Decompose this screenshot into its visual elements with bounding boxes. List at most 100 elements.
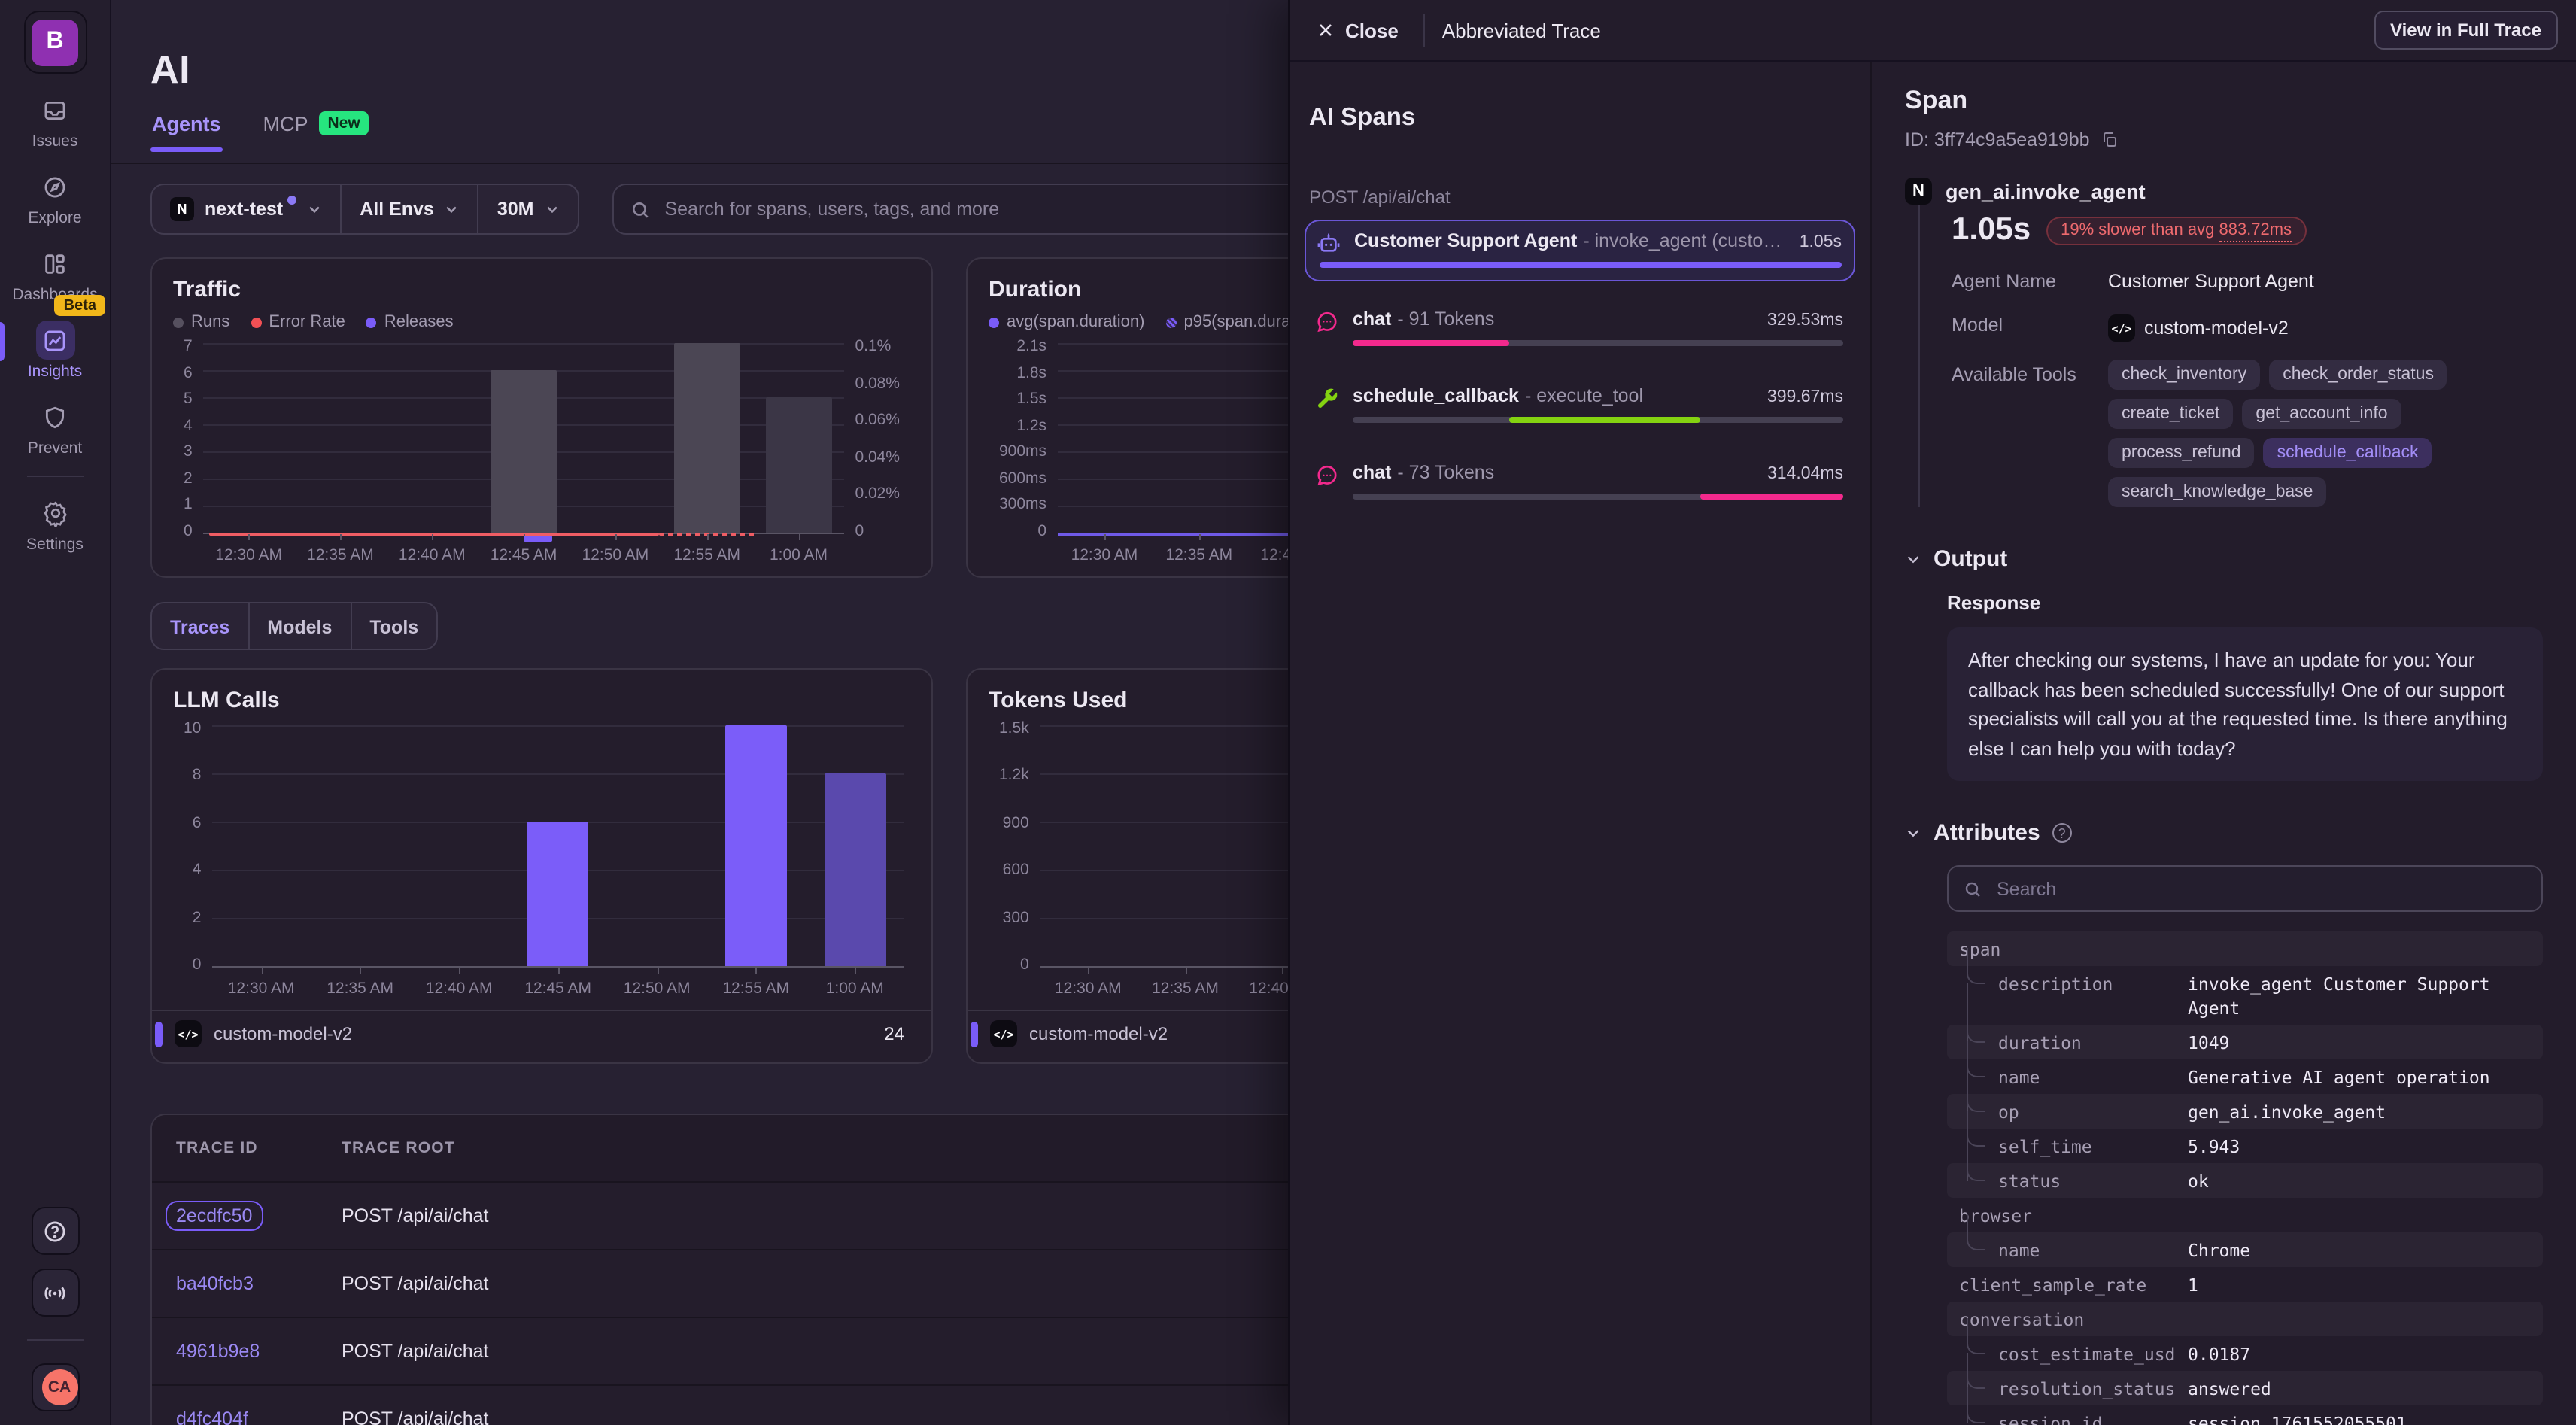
y-tick-label: 1.2s bbox=[1016, 416, 1046, 434]
tab-mcp[interactable]: MCPNew bbox=[262, 111, 371, 152]
trace-panel-body: AI Spans POST /api/ai/chat Customer Supp… bbox=[1290, 62, 2576, 1425]
attribute-row: span bbox=[1947, 931, 2543, 966]
tool-chip: schedule_callback bbox=[2264, 438, 2432, 468]
x-tick-label: 12:30 AM bbox=[228, 980, 295, 998]
sidebar-item-insights[interactable]: Insights bbox=[0, 313, 110, 390]
span-name: Customer Support Agent bbox=[1354, 230, 1577, 251]
chart-footer: </>custom-model-v224 bbox=[152, 1010, 931, 1053]
sidebar-bottom-divider bbox=[26, 1339, 84, 1341]
tab-mcp-label: MCPNew bbox=[262, 111, 371, 135]
attribute-value: 1 bbox=[2188, 1272, 2531, 1296]
y-tick-label: 900 bbox=[1003, 814, 1029, 832]
explore-icon bbox=[35, 167, 74, 206]
attribute-value: ok bbox=[2188, 1168, 2531, 1193]
chart-body: 765432100.1%0.08%0.06%0.04%0.02%012:30 A… bbox=[173, 343, 910, 567]
org-logo[interactable]: B bbox=[23, 11, 87, 74]
y-tick-label: 4 bbox=[184, 416, 193, 434]
sidebar-item-issues[interactable]: Issues bbox=[0, 83, 110, 160]
project-selector[interactable]: N next-test bbox=[152, 185, 342, 233]
y-tick-label: 0.08% bbox=[855, 374, 900, 392]
attribute-row: cost_estimate_usd0.0187 bbox=[1947, 1336, 2543, 1371]
dashboards-icon bbox=[35, 244, 74, 283]
y-tick-label: 6 bbox=[184, 363, 193, 381]
span-item[interactable]: schedule_callback- execute_tool399.67ms bbox=[1305, 376, 1855, 435]
tab-models[interactable]: Models bbox=[249, 603, 351, 650]
sidebar-help-button[interactable] bbox=[31, 1207, 79, 1255]
tab-traces[interactable]: Traces bbox=[152, 603, 249, 650]
tab-underline bbox=[150, 147, 223, 152]
attribute-key: span bbox=[1959, 937, 2188, 961]
wrench-icon bbox=[1315, 385, 1341, 423]
close-button[interactable]: Close bbox=[1308, 17, 1408, 43]
sidebar-item-settings[interactable]: Settings bbox=[0, 486, 110, 563]
gridline bbox=[203, 343, 845, 345]
duration-note-value[interactable]: 883.72ms bbox=[2219, 221, 2292, 242]
span-item[interactable]: chat- 91 Tokens329.53ms bbox=[1305, 299, 1855, 358]
x-tick-label: 12:35 AM bbox=[327, 980, 393, 998]
user-menu-button[interactable]: CA bbox=[31, 1363, 79, 1411]
attributes-section-header[interactable]: Attributes ? bbox=[1905, 820, 2543, 846]
span-name: schedule_callback bbox=[1353, 385, 1519, 406]
trace-id-link[interactable]: d4fc404f bbox=[176, 1408, 248, 1425]
attribute-row: statusok bbox=[1947, 1163, 2543, 1198]
span-duration: 1.05s bbox=[1800, 233, 1842, 251]
chart-body: 108642012:30 AM12:35 AM12:40 AM12:45 AM1… bbox=[173, 725, 910, 1001]
tab-tools[interactable]: Tools bbox=[351, 603, 436, 650]
time-range-selector[interactable]: 30M bbox=[479, 185, 578, 233]
legend-label: Error Rate bbox=[269, 313, 345, 331]
x-tick bbox=[855, 968, 856, 974]
x-tick bbox=[432, 534, 433, 540]
attribute-value: Generative AI agent operation bbox=[2188, 1065, 2531, 1089]
help-icon[interactable]: ? bbox=[2052, 823, 2072, 843]
span-item-main: chat- 91 Tokens329.53ms bbox=[1353, 308, 1843, 346]
sidebar-item-label: Prevent bbox=[28, 439, 82, 457]
copy-icon[interactable] bbox=[2101, 131, 2119, 149]
legend-item[interactable]: avg(span.duration) bbox=[989, 313, 1144, 331]
tool-chip: create_ticket bbox=[2108, 399, 2233, 429]
attributes-search-input[interactable] bbox=[1994, 877, 2526, 901]
x-tick-label: 12:30 AM bbox=[1055, 980, 1122, 998]
avatar: CA bbox=[41, 1369, 77, 1405]
trace-id-link[interactable]: 4961b9e8 bbox=[176, 1341, 260, 1362]
span-name: chat bbox=[1353, 308, 1391, 330]
trace-id-link[interactable]: ba40fcb3 bbox=[176, 1273, 254, 1294]
span-item[interactable]: Customer Support Agent - invoke_agent (cu… bbox=[1305, 220, 1855, 281]
attribute-value: session_1761552055501 bbox=[2188, 1411, 2531, 1425]
agent-name-row: Agent Name Customer Support Agent bbox=[1952, 266, 2543, 292]
span-desc: - invoke_agent (custom… bbox=[1583, 230, 1784, 251]
sidebar-item-prevent[interactable]: Prevent bbox=[0, 390, 110, 466]
span-item[interactable]: chat- 73 Tokens314.04ms bbox=[1305, 453, 1855, 512]
attribute-value: Chrome bbox=[2188, 1238, 2531, 1262]
footer-model-label[interactable]: custom-model-v2 bbox=[1029, 1023, 1168, 1044]
attribute-value: 5.943 bbox=[2188, 1134, 2531, 1158]
span-duration: 1.05s bbox=[1952, 212, 2031, 248]
y-tick-label: 600 bbox=[1003, 861, 1029, 879]
tool-chip: search_knowledge_base bbox=[2108, 477, 2326, 507]
sidebar-item-explore[interactable]: Explore bbox=[0, 160, 110, 236]
legend-item[interactable]: Error Rate bbox=[251, 313, 345, 331]
trace-id-link[interactable]: 2ecdfc50 bbox=[166, 1201, 263, 1231]
attribute-value: gen_ai.invoke_agent bbox=[2188, 1099, 2531, 1123]
x-tick bbox=[1104, 534, 1106, 540]
model-value: custom-model-v2 bbox=[2144, 318, 2289, 339]
legend-item[interactable]: Releases bbox=[366, 313, 454, 331]
chat-icon bbox=[1315, 462, 1341, 500]
y-tick-label: 0 bbox=[1037, 522, 1046, 540]
environment-selector[interactable]: All Envs bbox=[342, 185, 479, 233]
view-full-trace-button[interactable]: View in Full Trace bbox=[2374, 11, 2558, 50]
tab-agents[interactable]: Agents bbox=[150, 113, 223, 152]
footer-model-label[interactable]: custom-model-v2 bbox=[214, 1023, 352, 1044]
chart-legend: Runs Error Rate Releases bbox=[173, 313, 910, 331]
output-section-header[interactable]: Output bbox=[1905, 546, 2543, 572]
project-notification-dot bbox=[287, 196, 296, 205]
nextjs-icon: N bbox=[170, 197, 194, 221]
x-tick bbox=[558, 968, 560, 974]
legend-item[interactable]: Runs bbox=[173, 313, 229, 331]
search-input[interactable] bbox=[662, 197, 1377, 221]
x-tick-label: 12:55 AM bbox=[722, 980, 789, 998]
tab-agents-label: Agents bbox=[150, 113, 223, 135]
trace-root-cell: POST /api/ai/chat bbox=[342, 1341, 489, 1362]
attribute-key: duration bbox=[1998, 1030, 2188, 1054]
attribute-key: conversation bbox=[1959, 1307, 2188, 1331]
sidebar-broadcast-button[interactable] bbox=[31, 1269, 79, 1317]
